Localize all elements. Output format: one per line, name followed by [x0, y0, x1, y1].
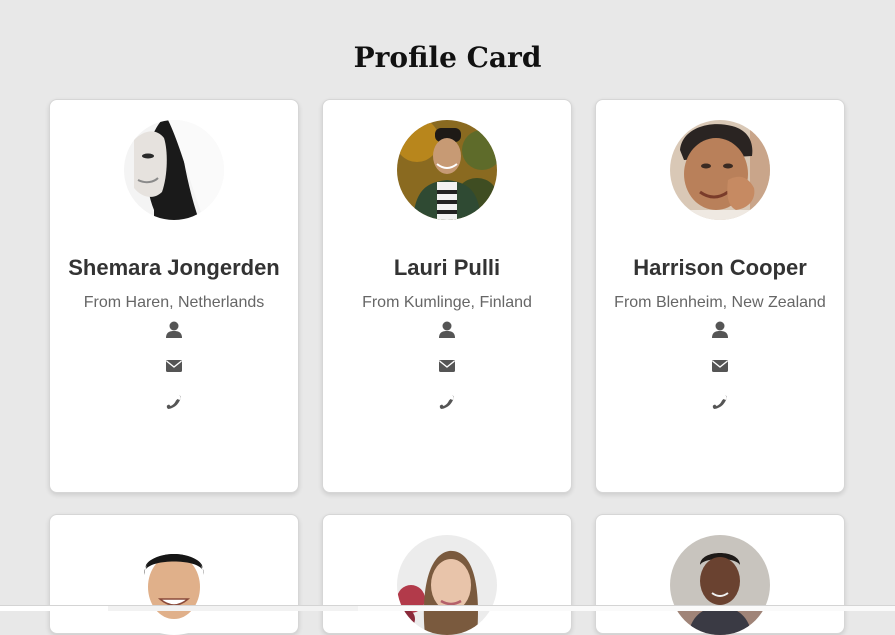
profile-location: From Haren, Netherlands	[83, 294, 265, 311]
profile-card: Shemara Jongerden From Haren, Netherland…	[49, 99, 299, 493]
envelope-icon[interactable]	[164, 356, 184, 376]
avatar	[397, 120, 497, 220]
avatar	[670, 120, 770, 220]
page-title: Profile Card	[353, 41, 542, 74]
scrollbar-thumb[interactable]	[358, 606, 895, 611]
user-icon[interactable]	[164, 320, 184, 340]
profile-name: Lauri Pulli	[393, 255, 501, 280]
phone-icon[interactable]	[710, 392, 730, 412]
profile-name: Shemara Jongerden	[68, 255, 280, 280]
phone-icon[interactable]	[164, 392, 184, 412]
avatar	[397, 535, 497, 635]
profile-name: Harrison Cooper	[633, 255, 807, 280]
horizontal-scrollbar[interactable]	[0, 605, 895, 611]
profile-location: From Blenheim, New Zealand	[614, 294, 826, 311]
avatar	[124, 535, 224, 635]
user-icon[interactable]	[437, 320, 457, 340]
envelope-icon[interactable]	[710, 356, 730, 376]
avatar	[124, 120, 224, 220]
envelope-icon[interactable]	[437, 356, 457, 376]
user-icon[interactable]	[710, 320, 730, 340]
profile-card	[595, 514, 845, 635]
profile-card	[322, 514, 572, 635]
phone-icon[interactable]	[437, 392, 457, 412]
avatar	[670, 535, 770, 635]
scrollbar-segment	[0, 606, 108, 611]
profile-card: Harrison Cooper From Blenheim, New Zeala…	[595, 99, 845, 493]
profile-card	[49, 514, 299, 635]
profile-location: From Kumlinge, Finland	[362, 294, 532, 311]
profile-card: Lauri Pulli From Kumlinge, Finland	[322, 99, 572, 493]
